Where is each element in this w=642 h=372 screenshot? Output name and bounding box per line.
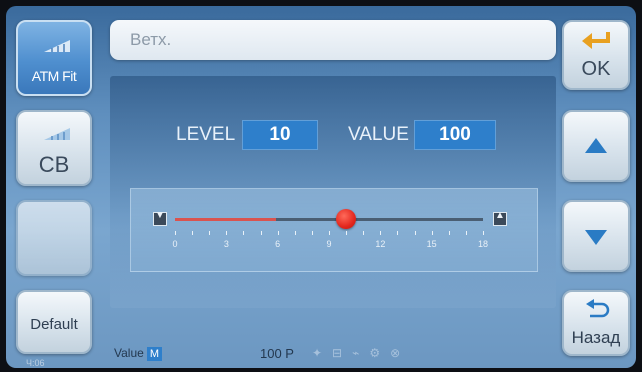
slider-tick (448, 231, 450, 235)
status-value-label: Value (114, 346, 144, 360)
status-value: Value M (114, 346, 162, 361)
up-triangle-icon: ▲ (495, 210, 505, 221)
default-label: Default (30, 316, 78, 333)
slider-tick (483, 231, 484, 235)
cb-button[interactable]: CB (16, 110, 92, 186)
settings-panel: LEVEL 10 VALUE 100 ▼ ▲ 0 3 6 9 12 15 18 (110, 76, 556, 308)
ruler-icon (44, 40, 70, 52)
ok-label: OK (581, 58, 611, 80)
down-triangle-icon: ▼ (155, 210, 165, 221)
title-bar: Ветх. (110, 20, 556, 60)
level-label: LEVEL (176, 124, 236, 145)
slider-tick (346, 231, 348, 235)
cb-label: CB (38, 152, 70, 177)
arrow-up-icon (585, 138, 607, 153)
slider-tick (363, 231, 365, 235)
arrow-down-icon (585, 230, 607, 245)
slider-tick-label: 18 (477, 239, 488, 249)
level-value[interactable]: 10 (242, 120, 318, 150)
slider-tick (431, 231, 433, 235)
slider-tick (260, 231, 262, 235)
back-label: Назад (571, 328, 621, 347)
down-button[interactable] (562, 200, 630, 272)
slider-increase-button[interactable]: ▲ (493, 210, 507, 226)
up-button[interactable] (562, 110, 630, 182)
slider-tick (175, 231, 176, 235)
corner-text: Ч:06 (26, 358, 45, 368)
enter-arrow-icon (582, 32, 610, 49)
blank-button[interactable] (16, 200, 92, 276)
atm-fit-label: ATM Fit (31, 68, 77, 84)
slider-tick (243, 231, 245, 235)
slider-tick (209, 231, 211, 235)
slider-tick-label: 12 (375, 239, 386, 249)
back-arrow-icon (586, 299, 610, 318)
default-button[interactable]: Default (16, 290, 92, 354)
slider-tick (465, 231, 467, 235)
atm-fit-button[interactable]: ATM Fit (16, 20, 92, 96)
ruler-icon (44, 128, 70, 140)
slider-tick (380, 231, 382, 235)
back-button[interactable]: Назад (562, 290, 630, 356)
title-text: Ветх. (130, 30, 172, 49)
slider-tick (192, 231, 194, 235)
slider-tick-label: 6 (275, 239, 281, 249)
ok-button[interactable]: OK (562, 20, 630, 90)
slider-tick (277, 231, 279, 235)
status-reading: 100 P (260, 346, 294, 361)
status-faint-icons: ✦ ⊟ ⌁ ⚙ ⊗ (312, 346, 401, 360)
slider-tick (397, 231, 399, 235)
slider-tick-label: 3 (223, 239, 229, 249)
value-label: VALUE (348, 124, 409, 145)
slider-decrease-button[interactable]: ▼ (153, 210, 167, 226)
slider-tick (226, 231, 228, 235)
slider-tick-label: 15 (426, 239, 437, 249)
slider-fill (175, 218, 277, 221)
value-value[interactable]: 100 (414, 120, 496, 150)
slider-thumb[interactable] (336, 209, 357, 229)
slider-tick (414, 231, 416, 235)
mode-badge: M (146, 347, 162, 361)
slider-tick-label: 0 (172, 239, 178, 249)
device-screen: ATM Fit CB Default Ч:06 Ветх. LEVEL 10 V… (6, 6, 636, 368)
slider-tick-label: 9 (326, 239, 332, 249)
slider-area: ▼ ▲ 0 3 6 9 12 15 18 (130, 188, 538, 272)
slider-tick (294, 231, 296, 235)
slider-tick (311, 231, 313, 235)
slider-tick (329, 231, 330, 235)
